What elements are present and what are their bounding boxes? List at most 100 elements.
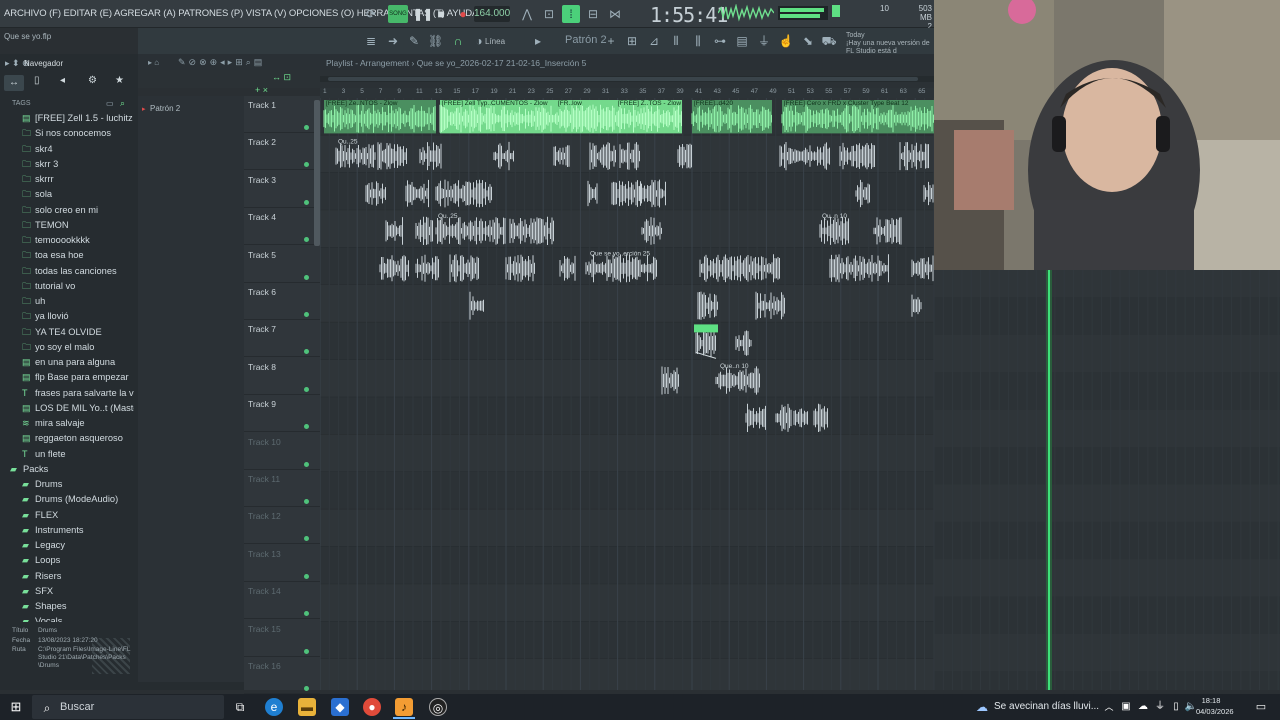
task-view-icon[interactable]: ⧉ [231,698,249,716]
picker-scrollbar[interactable] [138,682,244,690]
browser-item[interactable]: 🗀 solo creo en mi [0,203,134,218]
browser-icon[interactable]: ▤ [734,32,750,50]
pattern-picker-item[interactable]: Patrón 2 [150,104,180,113]
browser-plugin-icon[interactable]: ⚙ [88,75,102,86]
countdown-icon[interactable]: ⁞ [562,5,580,23]
track-header[interactable]: Track 13 [244,545,320,582]
stop-button[interactable]: ■ [435,5,447,23]
weather-text[interactable]: Se avecinan días lluvi... [994,701,1099,712]
menu-opciones[interactable]: OPCIONES (O) [289,8,354,19]
browser-item[interactable]: 🗀 yo soy el malo [0,340,134,355]
browser-item[interactable]: ▰ Legacy [0,538,134,553]
track-header[interactable]: Track 16 [244,657,320,694]
metronome-icon[interactable]: ⋀ [518,5,536,23]
track-header[interactable]: Track 4 [244,208,320,246]
browser-item[interactable]: ▰ Shapes [0,599,134,614]
browser-item[interactable]: 🗀 skrr 3 [0,157,134,172]
play-pattern-icon[interactable]: ➜ [386,32,400,50]
track-mute-led[interactable] [304,274,309,280]
start-icon[interactable]: ⊞ [7,698,25,716]
snap-mode-icon[interactable]: ◑ [472,32,486,50]
browser-item[interactable]: 🗀 skr4 [0,142,134,157]
browser-item[interactable]: 🗀 todas las canciones [0,264,134,279]
playlist-icon[interactable]: ⊞ [624,32,640,50]
browser-item[interactable]: 🗀 Si nos conocemos [0,126,134,141]
store-icon[interactable]: ◆ [331,698,349,716]
track-header[interactable]: Track 10 [244,433,320,470]
track-header[interactable]: Track 8 [244,358,320,395]
arrangement-grid[interactable]: [FREE] Ze..NTOS - Zlow [FREE] Zell Typ..C… [320,98,934,690]
tray-chevron-icon[interactable]: ︿ [1100,698,1118,716]
onedrive-icon[interactable]: ☁ [1134,698,1152,716]
menu-vista[interactable]: VISTA (V) [246,8,287,19]
track-header[interactable]: Track 7 [244,320,320,358]
menu-patrones[interactable]: PATRONES (P) [178,8,243,19]
time-ruler[interactable]: 1 3 5 7 9 11 13 15 17 19 21 23 25 27 29 31 33 35 37 39 41 43 4… [320,88,934,98]
channel-rack-icon[interactable]: ⦀ [668,32,684,50]
track-header[interactable]: Track 15 [244,620,320,657]
search-icon[interactable]: ⌕ [120,98,125,109]
track-header[interactable]: Track 11 [244,470,320,507]
file-explorer-icon[interactable]: ▬ [298,698,316,716]
browser-item[interactable]: 🗀 uh [0,294,134,309]
browser-back-icon[interactable]: ◂ [60,75,74,86]
playlist-arrows-icon[interactable]: ↔ ⊡ [272,72,291,83]
mixer-icon[interactable]: ⫼ [690,32,706,50]
browser-all-icon[interactable]: ↔ [4,75,24,91]
wait-input-icon[interactable]: ⊡ [540,5,558,23]
browser-star-icon[interactable]: ★ [115,75,129,86]
track-mute-led[interactable] [304,686,309,691]
browser-item[interactable]: 🗀 tutorial vo [0,279,134,294]
tag-filter-icon[interactable]: ▭ [106,99,114,108]
track-mute-led[interactable] [304,237,309,243]
track-mute-led[interactable] [304,312,309,317]
tray-app-icon[interactable]: ▣ [1117,698,1135,716]
browser-item[interactable]: ▰ Vocals [0,614,134,622]
playlist-menu-icon[interactable]: ▸ ⌂ [148,58,159,67]
browser-item[interactable]: ▤ flp Base para empezar [0,370,134,385]
track-mute-led[interactable] [304,199,309,205]
browser-item[interactable]: ▰ Loops [0,553,134,568]
track-mute-led[interactable] [304,536,309,542]
browser-item[interactable]: ▤ en una para alguna [0,355,134,370]
track-mute-led[interactable] [304,162,309,168]
browser-item[interactable]: 🗀 YA TE4 OLVIDE [0,325,134,340]
download-icon[interactable]: ⬊ [800,32,816,50]
browser-item[interactable]: 🗀 sola [0,187,134,202]
record-button[interactable]: ● [457,5,469,23]
master-volume-slider[interactable] [832,5,840,17]
magnet-icon[interactable]: ∩ [451,32,465,50]
playlist-tools-icons[interactable]: ✎⊘⊗⊕◂▸⊞⌕▤ [178,57,265,68]
browser-item[interactable]: ▰ Instruments [0,523,134,538]
blend-notes-icon[interactable]: ⋈ [606,5,624,23]
cart-icon[interactable]: ⛟ [821,32,837,50]
browser-item[interactable]: ▰ Drums [0,477,134,492]
track-mute-led[interactable] [304,349,309,355]
browser-item[interactable]: ≋ mira salvaje [0,416,134,431]
pencil-icon[interactable]: ✎ [407,32,421,50]
time-display[interactable]: 1:55:41 [650,3,728,27]
chrome-icon[interactable]: ● [363,698,381,716]
track-header[interactable]: Track 14 [244,582,320,620]
plugin-icon[interactable]: ⏚ [756,32,772,50]
track-mute-led[interactable] [304,648,309,654]
browser-item[interactable]: 🗀 ya llovió [0,309,134,324]
track-mute-led[interactable] [304,573,309,579]
pattern-selector[interactable]: Patrón 2 [565,34,607,46]
browser-item[interactable]: Tfrases para salvarte la vida [0,386,134,401]
browser-item[interactable]: 🗀 skrrr [0,172,134,187]
snap-icon[interactable]: ≣ [362,32,380,50]
browser-item[interactable]: ▰ Risers [0,569,134,584]
playlist-scrollbar[interactable] [320,76,934,82]
browser-item[interactable]: 🗀 TEMON [0,218,134,233]
track-header[interactable]: Track 12 [244,507,320,545]
browser-item[interactable]: ▰ Packs [0,462,134,477]
song-mode-toggle[interactable]: SONG [388,5,408,23]
browser-item[interactable]: ▤ reggaeton asqueroso [0,431,134,446]
track-mute-led[interactable] [304,499,309,504]
add-track-icon[interactable]: + × [255,85,268,95]
pause-button[interactable]: ❚❚ [413,5,433,23]
browser-item[interactable]: ▰ SFX [0,584,134,599]
obs-icon[interactable]: ◎ [429,698,447,716]
piano-roll-icon[interactable]: ⊿ [646,32,662,50]
